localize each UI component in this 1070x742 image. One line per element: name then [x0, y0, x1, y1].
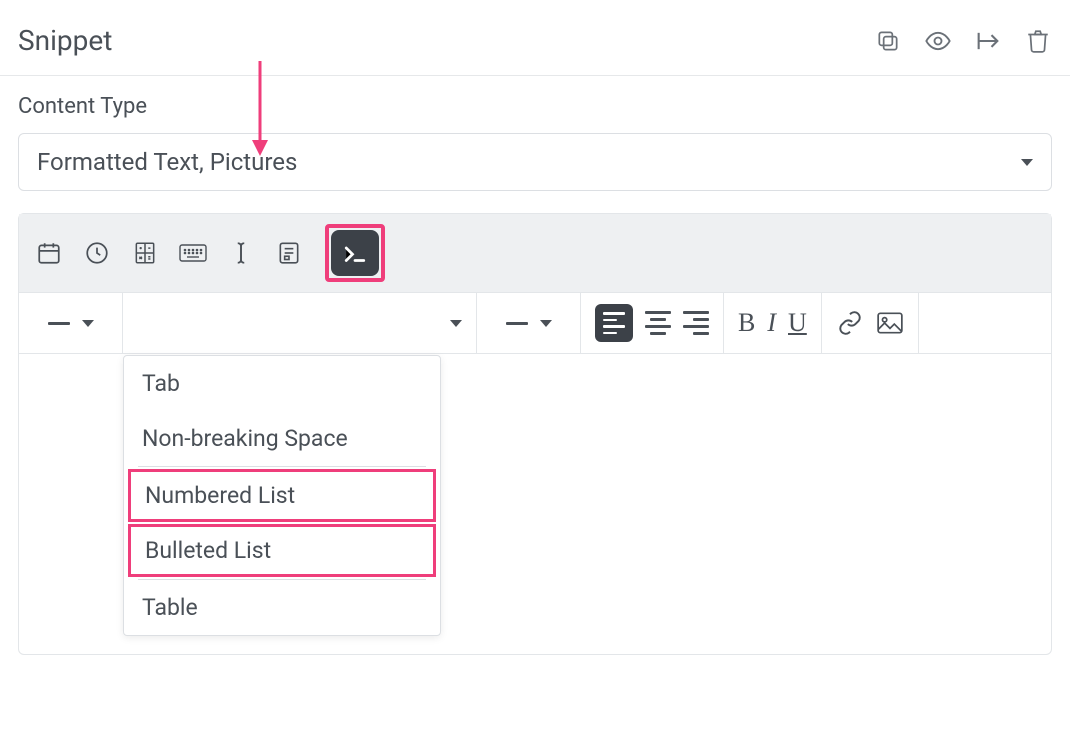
header-actions	[874, 27, 1052, 55]
content-type-select[interactable]: Formatted Text, Pictures	[18, 133, 1052, 191]
panel-title: Snippet	[18, 24, 112, 57]
calculator-icon[interactable]	[131, 239, 159, 267]
minus-icon	[48, 322, 70, 325]
editor: B I U Tab Non-breaking Space Numbered Li…	[18, 213, 1052, 655]
alignment-cell	[581, 293, 724, 353]
delete-trash-icon[interactable]	[1024, 27, 1052, 55]
dropdown-item-nbsp[interactable]: Non-breaking Space	[124, 411, 440, 466]
insert-special-button[interactable]	[331, 230, 379, 276]
text-format-cell: B I U	[724, 293, 822, 353]
image-icon[interactable]	[876, 309, 904, 337]
align-right-icon[interactable]	[683, 310, 709, 336]
dropdown-item-tab[interactable]: Tab	[124, 356, 440, 411]
chevron-down-icon	[82, 320, 94, 327]
content-type-label: Content Type	[18, 94, 1052, 119]
minus-icon	[506, 322, 528, 325]
date-icon[interactable]	[35, 239, 63, 267]
chevron-down-icon	[540, 320, 552, 327]
chevron-down-icon	[1021, 159, 1033, 166]
align-left-active-icon[interactable]	[595, 304, 633, 342]
form-section: Content Type Formatted Text, Pictures	[0, 76, 1070, 191]
form-icon[interactable]	[275, 239, 303, 267]
panel-header: Snippet	[0, 0, 1070, 76]
insert-media-cell	[822, 293, 919, 353]
dropdown-item-numbered-list[interactable]: Numbered List	[128, 469, 436, 522]
export-arrow-icon[interactable]	[974, 27, 1002, 55]
link-icon[interactable]	[836, 309, 864, 337]
keyboard-icon[interactable]	[179, 239, 207, 267]
underline-button[interactable]: U	[788, 308, 807, 338]
dropdown-item-table[interactable]: Table	[124, 580, 440, 635]
chevron-down-icon	[450, 320, 462, 327]
content-type-value: Formatted Text, Pictures	[37, 148, 297, 176]
italic-button[interactable]: I	[767, 308, 776, 338]
text-cursor-icon[interactable]	[227, 239, 255, 267]
dropdown-item-bulleted-list[interactable]: Bulleted List	[128, 524, 436, 577]
insert-dropdown: Tab Non-breaking Space Numbered List Bul…	[123, 355, 441, 636]
dropdown-separator	[138, 466, 426, 467]
size-cell[interactable]	[477, 293, 581, 353]
bold-button[interactable]: B	[738, 308, 755, 338]
font-cell[interactable]	[123, 293, 477, 353]
time-icon[interactable]	[83, 239, 111, 267]
align-center-icon[interactable]	[645, 310, 671, 336]
style-cell[interactable]	[19, 293, 123, 353]
toolbar-format-row: B I U Tab Non-breaking Space Numbered Li…	[19, 292, 1051, 354]
preview-eye-icon[interactable]	[924, 27, 952, 55]
toolbar-insert-row	[19, 214, 1051, 292]
insert-menu-highlight	[325, 224, 385, 282]
duplicate-icon[interactable]	[874, 27, 902, 55]
